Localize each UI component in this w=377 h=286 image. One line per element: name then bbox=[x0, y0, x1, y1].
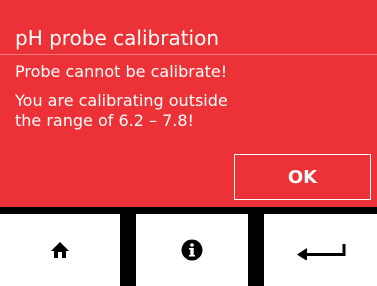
dialog-message-line-3: the range of 6.2 – 7.8! bbox=[15, 111, 194, 130]
back-arrow-icon bbox=[296, 244, 345, 260]
info-button[interactable] bbox=[136, 214, 248, 286]
error-dialog: pH probe calibration Probe cannot be cal… bbox=[0, 0, 377, 207]
home-icon bbox=[51, 242, 69, 258]
dialog-title: pH probe calibration bbox=[15, 26, 220, 50]
bottom-nav-bar bbox=[0, 214, 377, 286]
dialog-message-line-2: You are calibrating outside bbox=[15, 91, 228, 110]
dialog-message-line-1: Probe cannot be calibrate! bbox=[15, 62, 228, 81]
home-button[interactable] bbox=[0, 214, 120, 286]
device-screen: pH probe calibration Probe cannot be cal… bbox=[0, 0, 377, 286]
ok-button[interactable]: OK bbox=[234, 154, 371, 200]
back-button[interactable] bbox=[264, 214, 377, 286]
title-divider bbox=[0, 54, 377, 55]
info-icon bbox=[181, 239, 203, 261]
